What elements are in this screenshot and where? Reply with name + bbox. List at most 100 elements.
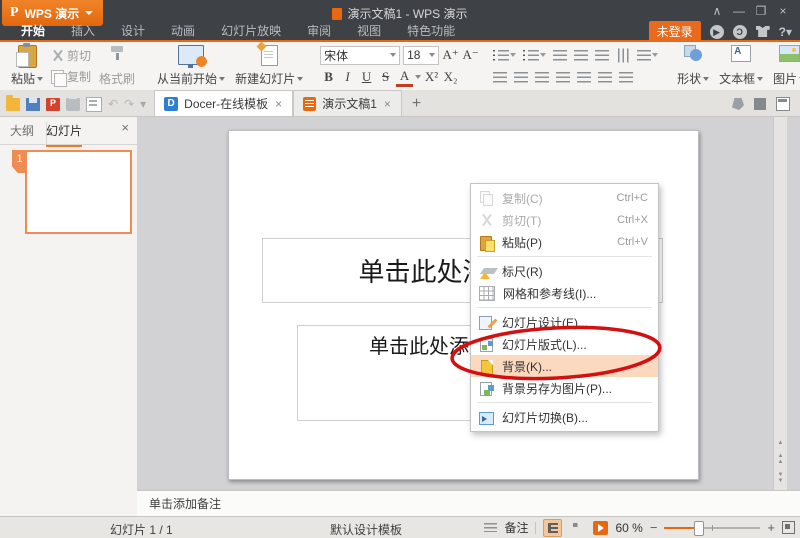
notes-toggle[interactable]: 备注 <box>504 519 528 536</box>
shapes-button[interactable]: 形状 <box>672 44 714 88</box>
feedback-icon[interactable]: Ɔ <box>733 25 747 39</box>
slideshow-view-button[interactable] <box>593 521 608 535</box>
menu-item-slide-design[interactable]: 幻灯片设计(E)... <box>471 311 658 333</box>
fit-to-window-icon[interactable] <box>782 521 795 534</box>
align-center-button[interactable] <box>512 70 530 85</box>
align-left-button[interactable] <box>491 70 509 85</box>
print-preview-icon[interactable] <box>86 97 102 112</box>
doc-tab-docer[interactable]: D Docer-在线模板 × <box>154 90 293 116</box>
save-icon[interactable] <box>26 98 40 111</box>
notes-lines-icon[interactable] <box>484 523 497 532</box>
picture-button[interactable]: 图片 <box>768 44 800 88</box>
toolbar-more-icon[interactable]: ▾ <box>140 98 146 111</box>
decrease-indent-button[interactable] <box>551 48 569 63</box>
previous-slide-icon[interactable]: ▲▲ <box>778 453 784 465</box>
cut-button[interactable]: 剪切 <box>48 46 94 65</box>
tab-design[interactable]: 设计 <box>108 23 158 40</box>
numbering-button[interactable] <box>521 48 548 63</box>
menu-item-grid-guides[interactable]: 网格和参考线(I)... <box>471 282 658 304</box>
indent-right-button[interactable] <box>617 70 635 85</box>
menu-item-cut[interactable]: 剪切(T) Ctrl+X <box>471 209 658 231</box>
redo-icon[interactable]: ↷ <box>124 98 134 111</box>
zoom-slider-handle[interactable] <box>694 521 704 536</box>
help-icon[interactable]: ?▾ <box>779 25 792 39</box>
new-tab-button[interactable]: + <box>402 95 431 116</box>
tab-review[interactable]: 审阅 <box>294 23 344 40</box>
assistant-icon[interactable] <box>732 98 744 110</box>
paste-button[interactable]: 粘贴 <box>6 44 48 88</box>
slides-tab[interactable]: 幻灯片 <box>46 122 82 147</box>
zoom-slider[interactable] <box>664 521 760 534</box>
close-tab-icon[interactable]: × <box>383 97 392 111</box>
shrink-font-button[interactable]: A⁻ <box>462 47 479 63</box>
collapse-ribbon-button[interactable]: ∧ <box>706 2 728 20</box>
new-slide-button[interactable]: 新建幻灯片 <box>230 44 308 88</box>
tab-insert[interactable]: 插入 <box>58 23 108 40</box>
font-color-button[interactable]: A <box>396 68 413 87</box>
menu-item-copy[interactable]: 复制(C) Ctrl+C <box>471 187 658 209</box>
normal-view-button[interactable] <box>543 519 562 537</box>
tab-animation[interactable]: 动画 <box>158 23 208 40</box>
font-name-select[interactable]: 宋体 <box>320 46 400 65</box>
tab-home[interactable]: 开始 <box>8 23 58 40</box>
tab-view[interactable]: 视图 <box>344 23 394 40</box>
bold-button[interactable]: B <box>320 69 337 85</box>
undo-icon[interactable]: ↶ <box>108 98 118 111</box>
close-tab-icon[interactable]: × <box>274 97 283 111</box>
skin-icon[interactable] <box>756 26 770 37</box>
menu-item-ruler[interactable]: 标尺(R) <box>471 260 658 282</box>
slide-thumbnail[interactable] <box>25 150 132 234</box>
wps-presentation-window: { "window": { "logo_letter": "P", "app_n… <box>0 0 800 537</box>
menu-item-slide-layout[interactable]: 幻灯片版式(L)... <box>471 333 658 355</box>
slide-sorter-view-button[interactable] <box>569 520 586 536</box>
copy-button[interactable]: 复制 <box>48 67 94 86</box>
close-button[interactable]: × <box>772 2 794 20</box>
close-panel-icon[interactable]: × <box>121 120 129 135</box>
align-right-button[interactable] <box>533 70 551 85</box>
zoom-in-button[interactable]: + <box>767 523 775 533</box>
template-name[interactable]: 默认设计模板 <box>330 521 402 538</box>
arrange-windows-icon[interactable] <box>776 97 790 111</box>
workspace-icon[interactable] <box>754 98 766 110</box>
textbox-button[interactable]: 文本框 <box>714 44 768 88</box>
bullets-button[interactable] <box>491 48 518 63</box>
export-pdf-icon[interactable] <box>46 98 60 111</box>
menu-item-paste[interactable]: 粘贴(P) Ctrl+V <box>471 231 658 253</box>
notes-pane[interactable]: 单击添加备注 <box>137 490 800 516</box>
from-current-button[interactable]: 从当前开始 <box>152 44 230 88</box>
outline-tab[interactable]: 大纲 <box>10 122 47 145</box>
doc-tab-presentation1[interactable]: 演示文稿1 × <box>293 90 402 116</box>
open-icon[interactable] <box>6 98 20 111</box>
menu-item-slide-transition[interactable]: 幻灯片切换(B)... <box>471 406 658 428</box>
vertical-scrollbar[interactable]: ▲ ▲▲ ▼▼ <box>773 117 787 490</box>
strikethrough-button[interactable]: S <box>377 69 394 85</box>
distribute-button[interactable] <box>575 70 593 85</box>
superscript-button[interactable]: X² <box>423 69 440 85</box>
increase-indent-button[interactable] <box>572 48 590 63</box>
editing-canvas[interactable]: 单击此处添加标题 单击此处添加文本 ▲ ▲▲ ▼▼ <box>137 117 787 490</box>
menu-item-background[interactable]: 背景(K)... <box>471 355 658 377</box>
underline-button[interactable]: U <box>358 69 375 85</box>
italic-button[interactable]: I <box>339 69 356 85</box>
tab-special-features[interactable]: 特色功能 <box>394 23 468 40</box>
video-icon[interactable]: ▶ <box>710 25 724 39</box>
login-button[interactable]: 未登录 <box>649 21 701 42</box>
print-icon[interactable] <box>66 98 80 111</box>
chevron-down-icon <box>85 11 93 15</box>
justify-button[interactable] <box>554 70 572 85</box>
next-slide-icon[interactable]: ▼▼ <box>778 472 784 484</box>
format-painter-button[interactable]: 格式刷 <box>94 44 140 88</box>
grow-font-button[interactable]: A⁺ <box>442 47 459 63</box>
indent-left-button[interactable] <box>596 70 614 85</box>
zoom-out-button[interactable]: − <box>650 523 658 533</box>
menu-item-save-background-as-picture[interactable]: 背景另存为图片(P)... <box>471 377 658 399</box>
minimize-button[interactable]: — <box>728 2 750 20</box>
scroll-up-icon[interactable]: ▲ <box>778 440 784 446</box>
line-spacing-button[interactable] <box>593 48 611 63</box>
tab-slideshow[interactable]: 幻灯片放映 <box>208 23 294 40</box>
font-size-select[interactable]: 18 <box>403 46 439 65</box>
text-align-vertical-button[interactable] <box>635 48 660 63</box>
subscript-button[interactable]: X₂ <box>442 69 459 85</box>
maximize-button[interactable]: ❐ <box>750 2 772 20</box>
text-direction-button[interactable] <box>614 48 632 63</box>
